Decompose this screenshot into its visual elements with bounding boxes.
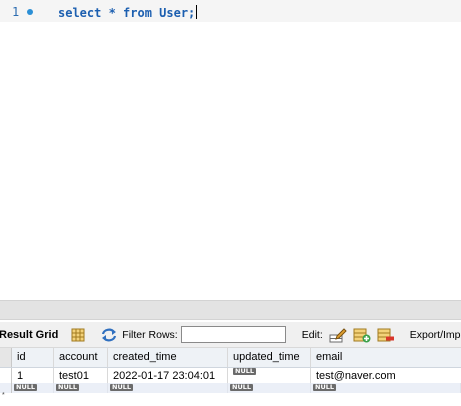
sql-editor[interactable]: 1 select * from User; xyxy=(0,0,461,300)
cell-email[interactable]: test@naver.com xyxy=(311,368,461,383)
null-badge: NULL xyxy=(56,383,80,391)
null-badge: NULL xyxy=(233,368,257,375)
export-import-label[interactable]: Export/Impor xyxy=(410,329,461,341)
null-badge: NULL xyxy=(230,383,254,391)
column-header-email[interactable]: email xyxy=(311,348,461,367)
row-gutter[interactable] xyxy=(0,368,12,383)
result-grid-title: Result Grid xyxy=(0,328,59,341)
table-row[interactable]: 1 test01 2022-01-17 23:04:01 NULL test@n… xyxy=(0,368,461,383)
cell-created-time[interactable]: 2022-01-17 23:04:01 xyxy=(108,368,228,383)
new-cell-id[interactable]: NULL xyxy=(12,383,54,393)
new-cell-updated-time[interactable]: NULL xyxy=(228,383,311,393)
grid-header-row: id account created_time updated_time ema… xyxy=(0,348,461,368)
cell-account[interactable]: test01 xyxy=(54,368,108,383)
edit-label: Edit: xyxy=(301,328,323,341)
sql-query: select * from User; xyxy=(58,6,196,20)
null-badge: NULL xyxy=(313,383,337,391)
cell-id[interactable]: 1 xyxy=(12,368,54,383)
sql-query-text[interactable]: select * from User; xyxy=(58,5,198,20)
column-header-account[interactable]: account xyxy=(54,348,108,367)
column-header-id[interactable]: id xyxy=(12,348,54,367)
add-row-icon[interactable] xyxy=(353,326,371,344)
statement-marker-icon xyxy=(27,9,33,15)
new-row-marker-icon: * xyxy=(2,392,5,399)
null-badge: NULL xyxy=(110,383,134,391)
new-cell-email[interactable]: NULL xyxy=(311,383,461,393)
grid-view-icon[interactable] xyxy=(71,326,85,344)
new-cell-created-time[interactable]: NULL xyxy=(108,383,228,393)
new-row[interactable]: NULL NULL NULL NULL NULL xyxy=(0,383,461,393)
delete-row-icon[interactable] xyxy=(377,326,395,344)
filter-rows-input[interactable] xyxy=(180,326,286,343)
column-header-created-time[interactable]: created_time xyxy=(108,348,228,367)
column-header-updated-time[interactable]: updated_time xyxy=(228,348,311,367)
line-number: 1 xyxy=(12,5,20,19)
filter-rows-label: Filter Rows: xyxy=(122,328,178,341)
edit-row-icon[interactable] xyxy=(329,326,347,344)
result-grid[interactable]: id account created_time updated_time ema… xyxy=(0,348,461,406)
row-gutter xyxy=(0,348,12,367)
result-toolbar: Result Grid Filter Rows: Edit: Export/Im… xyxy=(0,322,461,348)
new-cell-account[interactable]: NULL xyxy=(54,383,108,393)
panel-splitter[interactable] xyxy=(0,300,461,320)
null-badge: NULL xyxy=(14,383,38,391)
text-caret xyxy=(196,5,198,19)
cell-updated-time[interactable]: NULL xyxy=(228,368,311,383)
refresh-icon[interactable] xyxy=(101,326,117,344)
